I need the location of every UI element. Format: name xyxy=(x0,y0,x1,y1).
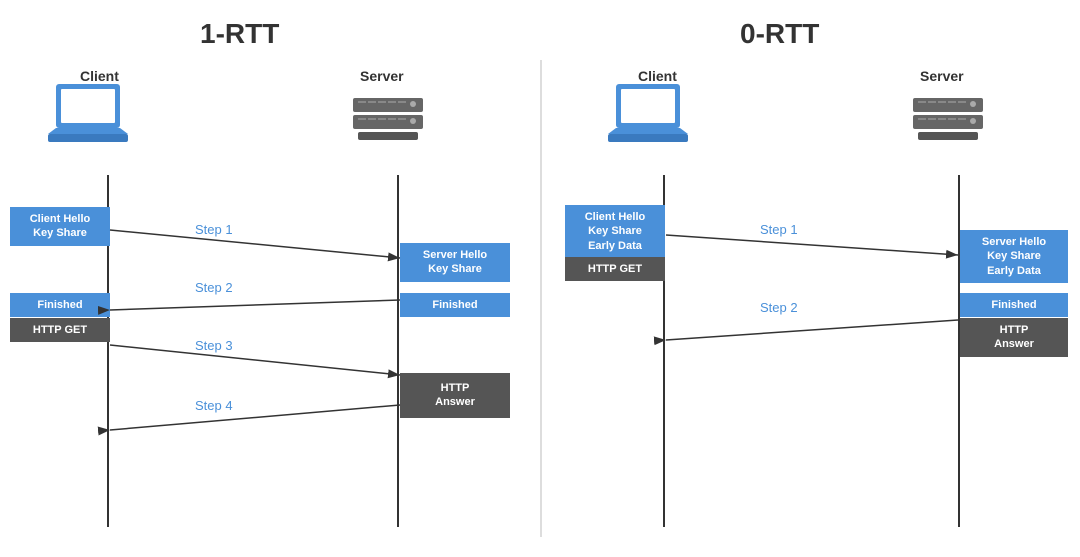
section-divider xyxy=(540,60,542,537)
left-http-answer-box: HTTPAnswer xyxy=(400,373,510,418)
left-server-timeline xyxy=(397,175,399,527)
left-client-hello-box: Client HelloKey Share xyxy=(10,207,110,246)
left-finished-client-box: Finished xyxy=(10,293,110,317)
right-server-hello-box: Server HelloKey ShareEarly Data xyxy=(960,230,1068,283)
left-step3-label: Step 3 xyxy=(195,338,233,353)
right-server-icon xyxy=(908,90,988,150)
right-client-laptop-icon xyxy=(608,82,688,152)
right-server-label: Server xyxy=(920,68,964,84)
right-step2-label: Step 2 xyxy=(760,300,798,315)
title-0rtt: 0-RTT xyxy=(740,18,819,50)
left-step2-label: Step 2 xyxy=(195,280,233,295)
right-step1-label: Step 1 xyxy=(760,222,798,237)
title-1rtt: 1-RTT xyxy=(200,18,279,50)
diagram-container: 1-RTT 0-RTT Client Server xyxy=(0,0,1080,557)
left-client-laptop-icon xyxy=(48,82,128,152)
left-finished-server-box: Finished xyxy=(400,293,510,317)
left-server-icon xyxy=(348,90,428,150)
left-server-hello-box: Server HelloKey Share xyxy=(400,243,510,282)
left-http-get-box: HTTP GET xyxy=(10,318,110,342)
left-server-label: Server xyxy=(360,68,404,84)
right-client-hello-box: Client HelloKey ShareEarly Data xyxy=(565,205,665,258)
right-finished-server-box: Finished xyxy=(960,293,1068,317)
left-step1-label: Step 1 xyxy=(195,222,233,237)
left-step4-label: Step 4 xyxy=(195,398,233,413)
right-http-answer-box: HTTPAnswer xyxy=(960,318,1068,357)
right-http-get-box: HTTP GET xyxy=(565,257,665,281)
